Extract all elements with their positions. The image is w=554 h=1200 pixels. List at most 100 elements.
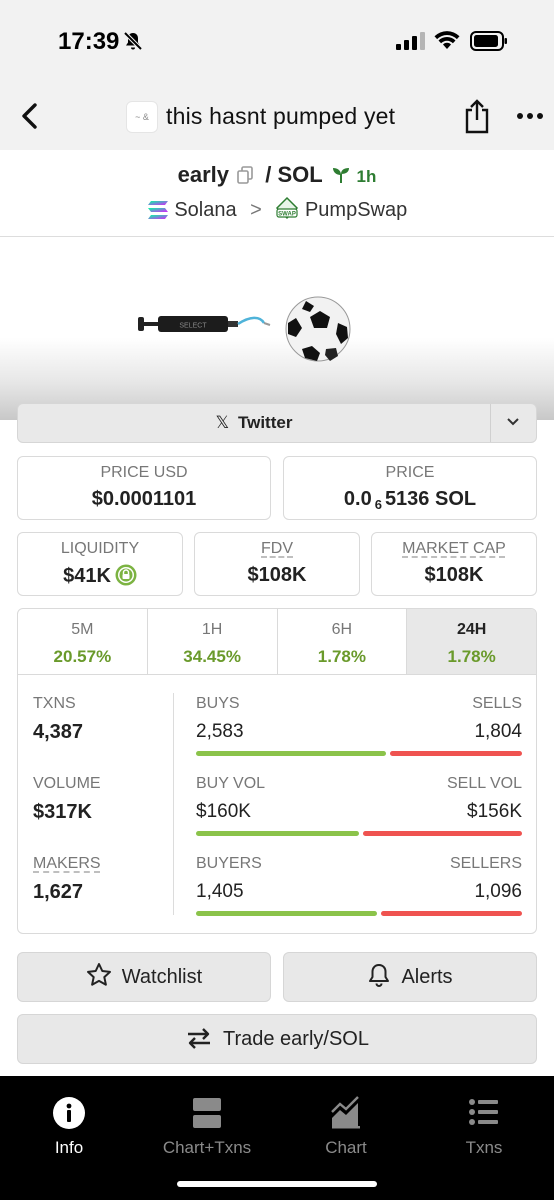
buys-sells-bar xyxy=(196,751,522,756)
alerts-label: Alerts xyxy=(401,966,453,988)
tab-6h-label: 6H xyxy=(331,621,353,638)
liquidity-label: LIQUIDITY xyxy=(60,540,140,557)
swap-arrows-icon xyxy=(188,1028,210,1049)
watchlist-label: Watchlist xyxy=(121,966,203,988)
dex-link[interactable]: PumpSwap xyxy=(305,199,407,221)
back-chevron-icon[interactable] xyxy=(16,100,44,132)
pair-header: early / SOL 1h xyxy=(0,162,554,188)
buy-vol-value: $160K xyxy=(196,801,251,822)
token-banner: SELECT xyxy=(0,236,554,420)
pumpswap-badge-text: SWAP xyxy=(279,212,297,218)
tab-1h-label: 1H xyxy=(201,621,223,638)
price-native-card: PRICE 0.0 6 5136 SOL xyxy=(283,456,537,520)
fdv-card: FDV $108K xyxy=(194,532,360,596)
market-cap-label[interactable]: MARKET CAP xyxy=(372,540,536,558)
txns-value: 4,387 xyxy=(33,721,84,743)
buys-value: 2,583 xyxy=(196,721,244,742)
buys-sells-stat: BUYS SELLS 2,583 1,804 xyxy=(196,695,522,765)
chevron-right-icon: > xyxy=(250,199,262,221)
buy-sell-volume-stat: BUY VOL SELL VOL $160K $156K xyxy=(196,775,522,845)
tab-24h[interactable]: 24H 1.78% xyxy=(407,609,536,674)
txns-label: TXNS xyxy=(33,695,76,712)
tab-chart[interactable]: Chart xyxy=(277,1096,415,1158)
price-native-label: PRICE xyxy=(385,464,435,481)
sell-vol-label: SELL VOL xyxy=(446,775,522,792)
market-cap-value: $108K xyxy=(424,564,484,586)
makers-value: 1,627 xyxy=(33,881,84,903)
tab-24h-change: 1.78% xyxy=(447,647,496,666)
chart-txns-icon xyxy=(193,1098,221,1128)
liquidity-value: $41K xyxy=(18,564,182,588)
buy-vol-bar xyxy=(196,831,359,836)
tab-txns[interactable]: Txns xyxy=(415,1096,553,1158)
twitter-label: Twitter xyxy=(237,413,293,432)
tab-chart-txns-label: Chart+Txns xyxy=(162,1138,252,1157)
sprout-icon xyxy=(333,168,350,183)
volume-label: VOLUME xyxy=(33,775,101,792)
buyers-bar xyxy=(196,911,378,916)
tab-5m-change: 20.57% xyxy=(53,647,112,666)
bell-icon xyxy=(369,964,390,987)
copy-icon[interactable] xyxy=(237,166,253,184)
sell-vol-value: $156K xyxy=(467,801,522,822)
share-icon[interactable] xyxy=(462,98,492,134)
volume-stat: VOLUME $317K xyxy=(33,775,101,824)
stats-panel: 5M 20.57% 1H 34.45% 6H 1.78% 24H 1.78% T… xyxy=(17,608,537,934)
trade-button[interactable]: Trade early/SOL xyxy=(17,1014,537,1064)
buyers-label: BUYERS xyxy=(196,855,262,872)
market-cap-card: MARKET CAP $108K xyxy=(371,532,537,596)
chain-row: Solana > SWAP PumpSwap xyxy=(0,196,554,222)
more-options-icon[interactable] xyxy=(516,105,544,127)
volume-value: $317K xyxy=(33,801,92,823)
trade-label: Trade early/SOL xyxy=(223,1028,369,1050)
price-usd-label: PRICE USD xyxy=(100,464,188,481)
token-logo: ~ & xyxy=(126,101,158,133)
top-header: 17:39 ~ & this hasnt pumped yet xyxy=(0,0,554,150)
chain-link[interactable]: Solana xyxy=(174,199,236,221)
timeframe-tabs: 5M 20.57% 1H 34.45% 6H 1.78% 24H 1.78% xyxy=(18,609,536,675)
alerts-button[interactable]: Alerts xyxy=(283,952,537,1002)
tab-1h[interactable]: 1H 34.45% xyxy=(148,609,278,674)
liquidity-card: LIQUIDITY $41K xyxy=(17,532,183,596)
status-time: 17:39 xyxy=(58,28,120,55)
tab-info[interactable]: Info xyxy=(0,1096,138,1158)
tab-chart-label: Chart xyxy=(325,1138,367,1157)
tab-24h-label: 24H xyxy=(456,621,487,638)
page-title: this hasnt pumped yet xyxy=(166,103,396,129)
wifi-icon xyxy=(434,31,460,49)
price-native-value: 0.0 6 5136 SOL xyxy=(343,488,477,512)
twitter-link[interactable]: 𝕏 Twitter xyxy=(18,404,490,442)
price-usd-card: PRICE USD $0.0001101 xyxy=(17,456,271,520)
tab-1h-change: 34.45% xyxy=(183,647,241,666)
pair-quote: / SOL xyxy=(265,162,323,187)
tab-6h-change: 1.78% xyxy=(317,647,366,666)
buyers-value: 1,405 xyxy=(196,881,244,902)
pair-base: early xyxy=(177,162,229,187)
tab-5m[interactable]: 5M 20.57% xyxy=(18,609,148,674)
chart-icon xyxy=(331,1096,360,1129)
tab-6h[interactable]: 6H 1.78% xyxy=(278,609,408,674)
cellular-signal-icon xyxy=(396,32,425,50)
twitter-bar: 𝕏 Twitter xyxy=(17,403,537,443)
tab-5m-label: 5M xyxy=(71,621,94,638)
sellers-label: SELLERS xyxy=(449,855,522,872)
socials-dropdown-button[interactable] xyxy=(490,404,536,442)
star-icon xyxy=(86,963,111,986)
banner-image: SELECT xyxy=(138,296,351,362)
lock-icon xyxy=(115,564,137,586)
pump-label: SELECT xyxy=(179,323,207,330)
sells-label: SELLS xyxy=(472,695,522,712)
pumpswap-icon: SWAP xyxy=(276,196,299,220)
tab-chart-txns[interactable]: Chart+Txns xyxy=(138,1096,276,1158)
sells-bar xyxy=(390,751,522,756)
makers-label[interactable]: MAKERS xyxy=(33,855,101,873)
sells-value: 1,804 xyxy=(474,721,522,742)
fdv-label[interactable]: FDV xyxy=(195,540,359,558)
watchlist-button[interactable]: Watchlist xyxy=(17,952,271,1002)
battery-icon xyxy=(470,31,507,51)
sellers-value: 1,096 xyxy=(474,881,522,902)
fdv-value: $108K xyxy=(247,564,307,586)
info-icon xyxy=(53,1097,85,1129)
sell-vol-bar xyxy=(362,831,522,836)
buy-vol-label: BUY VOL xyxy=(196,775,266,792)
